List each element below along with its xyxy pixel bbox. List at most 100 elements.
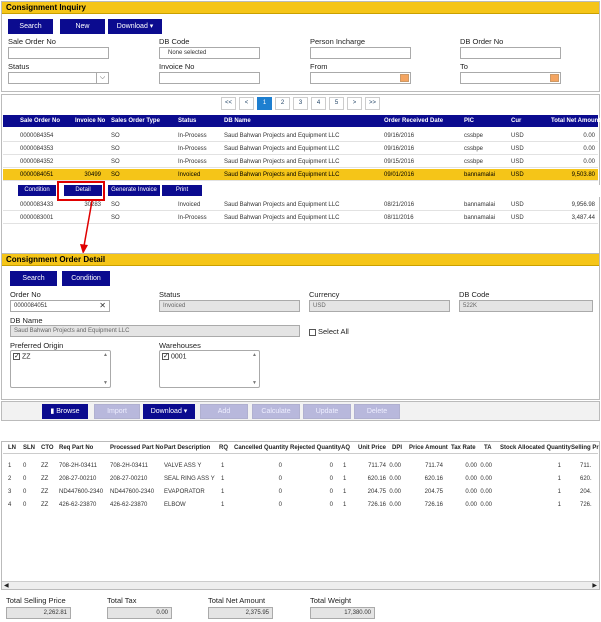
- col-dpi[interactable]: DPI: [392, 442, 402, 454]
- table-cell: 3: [8, 489, 12, 495]
- col-stock-allocated-quantity[interactable]: Stock Allocated Quantity: [500, 442, 571, 454]
- table-cell: 1: [557, 489, 561, 495]
- detail-condition-button[interactable]: Condition: [62, 271, 110, 286]
- table-cell: 0: [329, 463, 333, 469]
- table-cell: ZZ: [41, 489, 49, 495]
- table-row[interactable]: 2 0 ZZ 208-27-00210 208-27-00210 SEAL RING AS…: [3, 473, 598, 485]
- table-cell: 0: [329, 502, 333, 508]
- table-cell: 0.00: [480, 502, 492, 508]
- detail-title: Consignment Order Detail: [2, 254, 599, 266]
- warehouses-label: Warehouses: [159, 341, 201, 350]
- table-cell: 1: [557, 463, 561, 469]
- col-sln[interactable]: SLN: [23, 442, 35, 454]
- col-cto[interactable]: CTO: [41, 442, 54, 454]
- col-processed-part-no[interactable]: Processed Part No: [110, 442, 163, 454]
- table-cell: 2: [8, 476, 12, 482]
- table-cell: 1: [557, 476, 561, 482]
- col-rejected-quantity[interactable]: Rejected Quantity: [290, 442, 341, 454]
- total-net-amount-label: Total Net Amount: [208, 596, 266, 605]
- detail-table-panel: LN SLN CTO Req Part No Processed Part No…: [1, 441, 600, 590]
- col-ta[interactable]: TA: [484, 442, 492, 454]
- clear-icon[interactable]: ✕: [99, 301, 106, 311]
- table-cell: 0: [278, 502, 282, 508]
- table-row[interactable]: 1 0 ZZ 708-2H-03411 708-2H-03411 VALVE ASS Y 1…: [3, 460, 598, 472]
- table-cell: VALVE ASS Y: [164, 463, 202, 469]
- scroll-down-icon[interactable]: ▼: [103, 380, 108, 386]
- table-cell: 708-2H-03411: [59, 463, 97, 469]
- table-cell: 0: [329, 476, 333, 482]
- detail-download-button[interactable]: Download ▾: [143, 404, 195, 419]
- table-cell: 0: [278, 476, 282, 482]
- col-unit-price[interactable]: Unit Price: [358, 442, 386, 454]
- table-cell: 4: [8, 502, 12, 508]
- scroll-up-icon[interactable]: ▲: [103, 352, 108, 358]
- horizontal-scrollbar[interactable]: ◀ ▶: [2, 581, 599, 589]
- detail-status-field: Invoiced: [159, 300, 300, 312]
- order-no-input[interactable]: 0000084051 ✕: [10, 300, 110, 312]
- table-cell: ND447600-2340: [59, 489, 104, 495]
- select-all-checkbox[interactable]: Select All: [309, 327, 349, 336]
- table-cell: 1: [221, 463, 225, 469]
- warehouses-item: 0001: [171, 353, 187, 361]
- checkbox-checked-icon[interactable]: ✓: [13, 353, 20, 360]
- scroll-left-icon[interactable]: ◀: [4, 582, 9, 589]
- delete-button[interactable]: Delete: [354, 404, 400, 419]
- table-cell: ZZ: [41, 476, 49, 482]
- currency-label: Currency: [309, 290, 340, 299]
- total-selling-price-label: Total Selling Price: [6, 596, 66, 605]
- table-row[interactable]: 4 0 ZZ 426-62-23870 426-62-23870 ELBOW 1 0 0 1 726…: [3, 499, 598, 511]
- table-cell: 0.00: [389, 489, 401, 495]
- table-cell: ZZ: [41, 463, 49, 469]
- col-ln[interactable]: LN: [8, 442, 16, 454]
- total-tax-label: Total Tax: [107, 596, 137, 605]
- order-no-label: Order No: [10, 290, 41, 299]
- col-cancelled-quantity[interactable]: Cancelled Quantity: [234, 442, 288, 454]
- add-button[interactable]: Add: [200, 404, 248, 419]
- detail-db-code-field: 522K: [459, 300, 593, 312]
- detail-search-button[interactable]: Search: [10, 271, 57, 286]
- table-cell: ND447600-2340: [110, 489, 155, 495]
- table-cell: 726.: [580, 502, 592, 508]
- col-part-description[interactable]: Part Description: [164, 442, 210, 454]
- detail-status-label: Status: [159, 290, 181, 299]
- import-button[interactable]: Import: [94, 404, 140, 419]
- table-cell: 208-27-00210: [59, 476, 97, 482]
- db-name-label: DB Name: [10, 316, 43, 325]
- update-button[interactable]: Update: [303, 404, 351, 419]
- checkbox-checked-icon[interactable]: ✓: [162, 353, 169, 360]
- col-price-amount[interactable]: Price Amount: [409, 442, 448, 454]
- detail-db-code-label: DB Code: [459, 290, 490, 299]
- checkbox-icon[interactable]: [309, 328, 316, 336]
- col-selling-price[interactable]: Selling Pr: [571, 442, 599, 454]
- col-aq[interactable]: AQ: [341, 442, 350, 454]
- table-cell: SEAL RING ASS Y: [164, 476, 215, 482]
- table-cell: 0: [23, 489, 27, 495]
- table-cell: 0.00: [389, 463, 401, 469]
- browse-label: Browse: [56, 408, 80, 415]
- table-cell: ELBOW: [164, 502, 186, 508]
- table-cell: 426-62-23870: [110, 502, 148, 508]
- col-req-part-no[interactable]: Req Part No: [59, 442, 93, 454]
- table-cell: 0: [278, 463, 282, 469]
- table-cell: EVAPORATOR: [164, 489, 205, 495]
- browse-button[interactable]: ▮ Browse: [42, 404, 88, 419]
- total-selling-price-field: 2,262.81: [6, 607, 71, 619]
- scroll-down-icon[interactable]: ▼: [252, 380, 257, 386]
- table-cell: 0.00: [389, 476, 401, 482]
- table-cell: 0.00: [480, 463, 492, 469]
- table-cell: 0: [23, 463, 27, 469]
- db-name-field: Saud Bahwan Projects and Equipment LLC: [10, 325, 300, 337]
- warehouses-list[interactable]: ✓ 0001 ▲ ▼: [159, 350, 260, 388]
- calculate-button[interactable]: Calculate: [252, 404, 300, 419]
- table-cell: 1: [221, 476, 225, 482]
- table-cell: 708-2H-03411: [110, 463, 148, 469]
- scroll-up-icon[interactable]: ▲: [252, 352, 257, 358]
- scroll-right-icon[interactable]: ▶: [592, 582, 597, 589]
- table-cell: 620.: [580, 476, 592, 482]
- table-row[interactable]: 3 0 ZZ ND447600-2340 ND447600-2340 EVAPORATOR…: [3, 486, 598, 498]
- table-cell: 1: [221, 502, 225, 508]
- col-rq[interactable]: RQ: [219, 442, 228, 454]
- col-tax-rate[interactable]: Tax Rate: [451, 442, 476, 454]
- preferred-origin-list[interactable]: ✓ ZZ ▲ ▼: [10, 350, 111, 388]
- preferred-origin-item: ZZ: [22, 353, 31, 361]
